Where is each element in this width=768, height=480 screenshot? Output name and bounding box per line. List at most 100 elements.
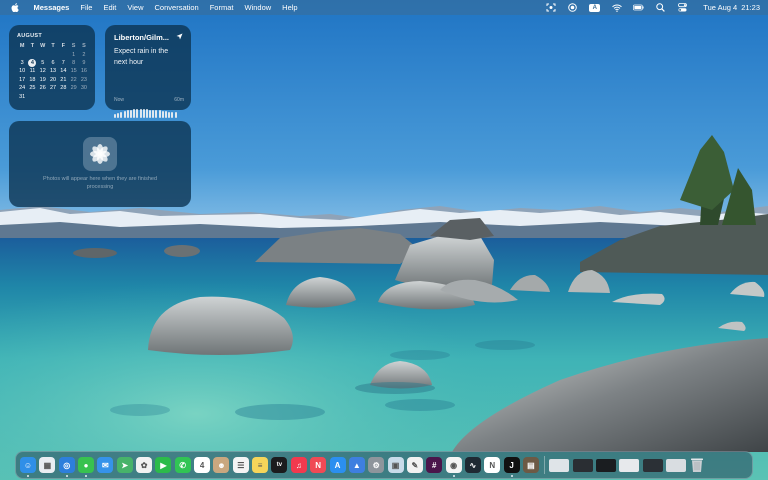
calendar-day: 19 — [39, 76, 46, 83]
calendar-day: 11 — [29, 68, 36, 75]
minimized-window-2[interactable] — [572, 458, 593, 472]
calendar-day: 28 — [60, 85, 67, 92]
record-icon[interactable] — [567, 2, 578, 13]
precipitation-bar — [161, 110, 164, 118]
calendar-day: 22 — [70, 76, 77, 83]
menu-bar: Messages File Edit View Conversation For… — [0, 0, 768, 15]
launchpad-icon[interactable]: ▦ — [39, 457, 56, 473]
weather-forecast: Expect rain in the next hour — [114, 48, 169, 66]
slack-icon[interactable]: # — [426, 457, 443, 473]
precipitation-bar — [139, 109, 142, 118]
photos-app-icon — [83, 137, 117, 171]
weather-axis-start: Now — [114, 97, 125, 103]
wifi-icon[interactable] — [611, 2, 622, 13]
calendar-day: 13 — [49, 68, 57, 75]
app-store-icon[interactable]: A — [329, 457, 346, 473]
calendar-blank — [48, 50, 58, 58]
menu-view[interactable]: View — [122, 0, 149, 15]
menu-app-name[interactable]: Messages — [28, 0, 75, 15]
menubar-date: Tue Aug 4 — [703, 3, 738, 12]
activity-monitor-icon[interactable]: ∿ — [464, 457, 481, 473]
notes-icon[interactable]: ≡ — [252, 457, 269, 473]
chrome-icon[interactable]: ◉ — [445, 457, 462, 477]
precipitation-bar — [117, 113, 120, 118]
phone-icon[interactable]: ✆ — [174, 457, 191, 473]
calendar-day: 7 — [61, 59, 65, 66]
calendar-day: 2 — [82, 51, 86, 58]
calendar-day: 17 — [19, 76, 26, 83]
menu-conversation[interactable]: Conversation — [149, 0, 204, 15]
minimized-window-6[interactable] — [666, 458, 686, 472]
minimized-window-4[interactable] — [619, 458, 640, 472]
precipitation-bar — [174, 112, 177, 118]
calendar-day: 29 — [70, 85, 77, 92]
location-arrow-icon — [176, 33, 183, 42]
calendar-day: 18 — [29, 76, 36, 83]
apple-logo-icon[interactable] — [10, 0, 20, 15]
calendar-day: 31 — [19, 93, 26, 100]
calendar-day: 15 — [70, 68, 77, 75]
precipitation-bar — [126, 110, 129, 118]
menu-file[interactable]: File — [75, 0, 98, 15]
music-icon[interactable]: ♫ — [290, 457, 307, 473]
contacts-icon[interactable]: ☻ — [213, 457, 230, 473]
facetime-icon[interactable]: ▶ — [155, 457, 172, 473]
precipitation-bar — [133, 109, 136, 118]
control-center-icon[interactable] — [677, 2, 688, 13]
calendar-day: 10 — [19, 68, 26, 75]
precipitation-bar — [168, 111, 171, 118]
calendar-today: 4 — [28, 58, 37, 67]
precipitation-chart — [114, 109, 184, 118]
maps-icon[interactable]: ➤ — [116, 457, 133, 473]
calendar-day: 4 — [27, 58, 37, 67]
calendar-day: 27 — [49, 85, 57, 92]
image-viewer-icon[interactable]: ▤ — [522, 457, 539, 473]
minimized-window-5[interactable] — [642, 458, 663, 472]
finder-icon[interactable]: ☺ — [20, 457, 36, 477]
calendar-day: 5 — [41, 59, 45, 66]
calendar-weekday: S — [71, 43, 76, 50]
calendar-blank — [17, 50, 27, 58]
calendar-weekday: M — [19, 43, 25, 50]
calendar-month: AUGUST — [17, 33, 43, 39]
minimized-window-3[interactable] — [595, 458, 616, 472]
preview-icon[interactable]: ▣ — [387, 457, 404, 473]
weather-location: Liberton/Gilm... — [114, 33, 170, 42]
photos-widget-message: Photos will appear here when they are fi… — [42, 176, 158, 190]
system-settings-icon[interactable]: ⚙ — [368, 457, 385, 473]
photos-widget[interactable]: Photos will appear here when they are fi… — [9, 121, 191, 207]
menu-edit[interactable]: Edit — [98, 0, 122, 15]
calendar-weekday: W — [40, 43, 46, 50]
photos-icon[interactable]: ✿ — [136, 457, 153, 473]
menu-format[interactable]: Format — [204, 0, 239, 15]
precipitation-bar — [155, 109, 158, 118]
keynote-icon[interactable]: ▲ — [348, 457, 365, 473]
keyboard-input-icon[interactable]: A — [589, 3, 601, 12]
news-reader-icon[interactable]: N — [484, 457, 501, 473]
menu-help[interactable]: Help — [277, 0, 303, 15]
weather-widget[interactable]: Liberton/Gilm... Expect rain in the next… — [105, 25, 191, 118]
textedit-icon[interactable]: ✎ — [406, 457, 423, 473]
calendar-blank — [27, 50, 37, 58]
menu-window[interactable]: Window — [239, 0, 277, 15]
precipitation-bar — [145, 109, 148, 118]
minimized-window-1[interactable] — [549, 458, 570, 472]
mail-icon[interactable]: ✉ — [97, 457, 114, 473]
screen-capture-icon[interactable] — [545, 2, 556, 13]
calendar-widget[interactable]: AUGUST M T W T F S S 1 2 3 4 5 6 7 8 9 10 11 12 13 14 15 16 17 1… — [9, 25, 95, 110]
calendar-day: 6 — [51, 59, 55, 66]
safari-icon[interactable]: ◎ — [58, 457, 75, 477]
spotlight-search-icon[interactable] — [655, 2, 666, 13]
calendar-icon[interactable]: 4 — [194, 457, 211, 473]
news-icon[interactable]: N — [310, 457, 327, 473]
trash-icon[interactable] — [689, 457, 705, 473]
weather-axis-end: 60m — [174, 97, 184, 103]
jetbrains-ide-icon[interactable]: J — [503, 457, 520, 477]
apple-tv-icon[interactable]: tv — [271, 457, 288, 473]
reminders-icon[interactable]: ☰ — [232, 457, 249, 473]
menubar-clock[interactable]: Tue Aug 4 21:23 — [699, 3, 760, 12]
battery-icon[interactable] — [633, 2, 644, 13]
messages-icon[interactable]: ● — [78, 457, 95, 477]
calendar-weekday: T — [30, 43, 35, 50]
calendar-blank — [58, 50, 68, 58]
